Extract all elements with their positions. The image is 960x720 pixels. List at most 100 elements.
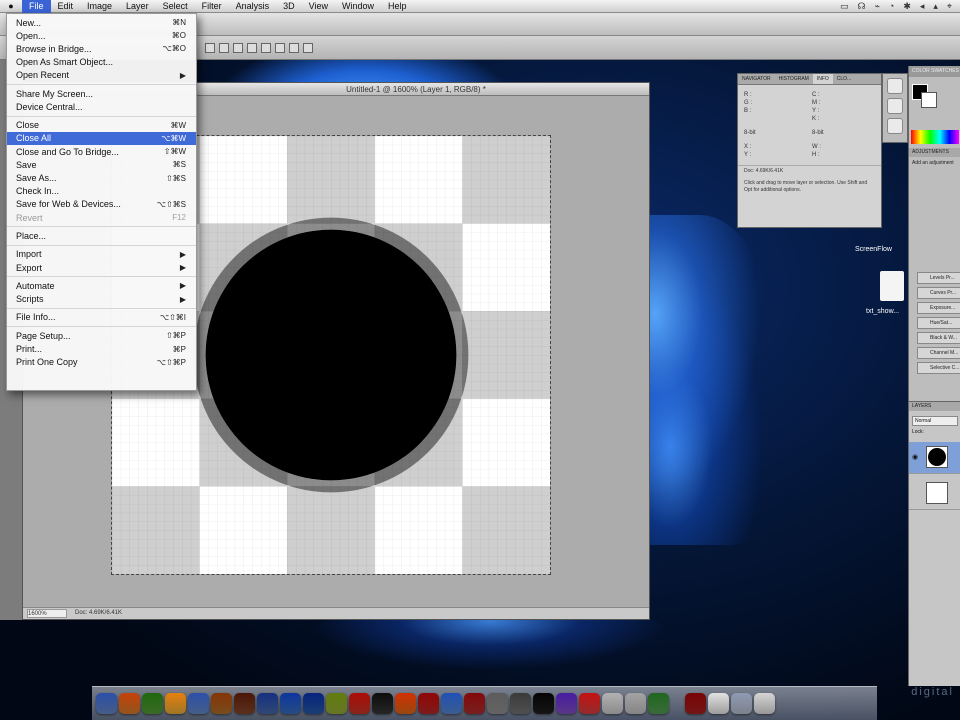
- tray-icon-7[interactable]: ⌖: [947, 1, 952, 12]
- menu-item-scripts[interactable]: Scripts ▶: [7, 293, 196, 306]
- align-bottom-button[interactable]: [233, 42, 243, 53]
- dock-app-icon[interactable]: [754, 693, 775, 714]
- align-left-button[interactable]: [247, 42, 257, 53]
- blend-mode-select[interactable]: Normal: [912, 416, 958, 426]
- preset-levels-pr[interactable]: Levels Pr...: [917, 272, 960, 284]
- panel-icon-3[interactable]: [887, 118, 903, 134]
- layer-row-background[interactable]: [909, 478, 960, 510]
- dock-app-icon[interactable]: [119, 693, 140, 714]
- menubar-layer[interactable]: Layer: [119, 0, 156, 13]
- menu-item-open-as-smart-object[interactable]: Open As Smart Object...: [7, 56, 196, 69]
- dock-app-icon[interactable]: [708, 693, 729, 714]
- dock-app-icon[interactable]: [510, 693, 531, 714]
- dock-app-icon[interactable]: [441, 693, 462, 714]
- menu-item-automate[interactable]: Automate ▶: [7, 279, 196, 292]
- menubar-3d[interactable]: 3D: [276, 0, 302, 13]
- menu-item-close-all[interactable]: Close All ⌥⌘W: [7, 131, 196, 146]
- menubar-image[interactable]: Image: [80, 0, 119, 13]
- menu-item-export[interactable]: Export ▶: [7, 261, 196, 274]
- align-center-button[interactable]: [261, 42, 271, 53]
- dock-app-icon[interactable]: [648, 693, 669, 714]
- menubar-filter[interactable]: Filter: [195, 0, 229, 13]
- menubar-select[interactable]: Select: [156, 0, 195, 13]
- preset-hue-sat[interactable]: Hue/Sat...: [917, 317, 960, 329]
- align-top-button[interactable]: [205, 42, 215, 53]
- menu-item-print[interactable]: Print... ⌘P: [7, 342, 196, 355]
- eye-icon[interactable]: ◉: [912, 453, 918, 461]
- menu-item-device-central[interactable]: Device Central...: [7, 100, 196, 113]
- menubar-view[interactable]: View: [302, 0, 335, 13]
- dock-app-icon[interactable]: [165, 693, 186, 714]
- menubar-edit[interactable]: Edit: [51, 0, 81, 13]
- tray-icon-2[interactable]: ⌁: [874, 1, 879, 12]
- panel-tab-info[interactable]: INFO: [812, 74, 833, 84]
- dock-app-icon[interactable]: [280, 693, 301, 714]
- tray-icon-1[interactable]: ☊: [857, 1, 865, 12]
- preset-black-w[interactable]: Black & W...: [917, 332, 960, 344]
- desktop-icon-screenflow[interactable]: ScreenFlow: [855, 246, 892, 253]
- layer-row-layer-1[interactable]: ◉: [909, 442, 960, 474]
- dock-app-icon[interactable]: [685, 693, 706, 714]
- panel-tab-navigator[interactable]: NAVIGATOR: [738, 74, 775, 84]
- menu-item-share-my-screen[interactable]: Share My Screen...: [7, 87, 196, 100]
- tray-icon-3[interactable]: ◔: [889, 1, 894, 12]
- menubar-help[interactable]: Help: [381, 0, 414, 13]
- menu-item-import[interactable]: Import ▶: [7, 248, 196, 261]
- distribute-button[interactable]: [289, 42, 299, 53]
- menu-item-open-recent[interactable]: Open Recent ▶: [7, 69, 196, 82]
- menu-item-open[interactable]: Open... ⌘O: [7, 29, 196, 42]
- menu-item-place[interactable]: Place...: [7, 229, 196, 242]
- menu-item-page-setup[interactable]: Page Setup... ⇧⌘P: [7, 329, 196, 342]
- menu-item-close[interactable]: Close ⌘W: [7, 119, 196, 132]
- menu-item-print-one-copy[interactable]: Print One Copy ⌥⇧⌘P: [7, 356, 196, 369]
- menu-item-check-in[interactable]: Check In...: [7, 185, 196, 198]
- background-color-swatch[interactable]: [921, 92, 937, 108]
- dock-app-icon[interactable]: [487, 693, 508, 714]
- tray-icon-4[interactable]: ✱: [903, 1, 911, 12]
- preset-channel-m[interactable]: Channel M...: [917, 347, 960, 359]
- panel-tab-clo[interactable]: CLO...: [833, 74, 855, 84]
- dock-app-icon[interactable]: [142, 693, 163, 714]
- zoom-field[interactable]: 1600%: [27, 609, 67, 618]
- dock-app-icon[interactable]: [418, 693, 439, 714]
- dock-app-icon[interactable]: [579, 693, 600, 714]
- dock-app-icon[interactable]: [257, 693, 278, 714]
- menu-item-close-and-go-to-bridge[interactable]: Close and Go To Bridge... ⇧⌘W: [7, 145, 196, 158]
- dock-app-icon[interactable]: [625, 693, 646, 714]
- layers-tab[interactable]: LAYERS: [909, 402, 960, 411]
- menu-item-new[interactable]: New... ⌘N: [7, 16, 196, 29]
- dock-app-icon[interactable]: [556, 693, 577, 714]
- menu-item-save[interactable]: Save ⌘S: [7, 158, 196, 171]
- menu-item-file-info[interactable]: File Info... ⌥⇧⌘I: [7, 311, 196, 324]
- desktop-icon-txt-show[interactable]: txt_show...: [866, 308, 899, 315]
- tray-icon-5[interactable]: ◂: [920, 1, 925, 12]
- distribute-h-button[interactable]: [303, 42, 313, 53]
- dock-app-icon[interactable]: [211, 693, 232, 714]
- dock-app-icon[interactable]: [602, 693, 623, 714]
- preset-exposure[interactable]: Exposure...: [917, 302, 960, 314]
- dock-app-icon[interactable]: [188, 693, 209, 714]
- dock-app-icon[interactable]: [731, 693, 752, 714]
- align-middle-button[interactable]: [219, 42, 229, 53]
- menu-item-browse-in-bridge[interactable]: Browse in Bridge... ⌥⌘O: [7, 42, 196, 55]
- align-right-button[interactable]: [275, 42, 285, 53]
- color-panel-tabs[interactable]: COLOR SWATCHES: [909, 66, 960, 77]
- preset-selective-c[interactable]: Selective C...: [917, 362, 960, 374]
- file-icon[interactable]: [880, 271, 904, 301]
- panel-tab-histogram[interactable]: HISTOGRAM: [775, 74, 813, 84]
- dock-app-icon[interactable]: [326, 693, 347, 714]
- menu-item-save-as[interactable]: Save As... ⇧⌘S: [7, 171, 196, 184]
- panel-icon-1[interactable]: [887, 78, 903, 94]
- adjustments-tab[interactable]: ADJUSTMENTS: [909, 148, 960, 157]
- apple-icon[interactable]: ●: [0, 1, 22, 11]
- menubar-window[interactable]: Window: [335, 0, 381, 13]
- dock-app-icon[interactable]: [303, 693, 324, 714]
- dock-app-icon[interactable]: [349, 693, 370, 714]
- dock-app-icon[interactable]: [96, 693, 117, 714]
- panel-icon-2[interactable]: [887, 98, 903, 114]
- menubar-analysis[interactable]: Analysis: [229, 0, 277, 13]
- menubar-file[interactable]: File: [22, 0, 51, 13]
- dock-app-icon[interactable]: [464, 693, 485, 714]
- dock-app-icon[interactable]: [395, 693, 416, 714]
- tray-icon-0[interactable]: ▭: [840, 1, 849, 12]
